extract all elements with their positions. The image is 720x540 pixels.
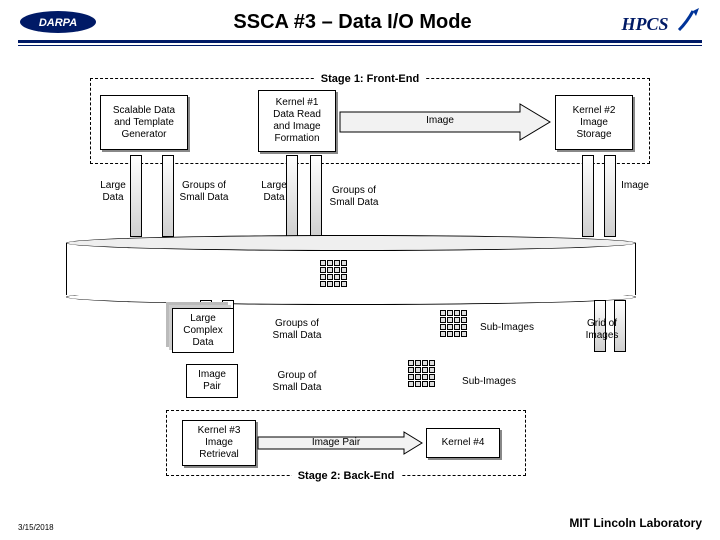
kernel2-box: Kernel #2 Image Storage (555, 95, 633, 150)
image-top-label: Image (617, 180, 653, 192)
page-title: SSCA #3 – Data I/O Mode (98, 11, 607, 34)
svg-text:HPCS: HPCS (620, 14, 668, 34)
sub-images-1-label: Sub-Images (478, 322, 536, 334)
footer-date: 3/15/2018 (18, 523, 54, 532)
down-arrow-4 (310, 155, 322, 237)
kernel4-box: Kernel #4 (426, 428, 500, 458)
large-data-1-label: Large Data (95, 180, 131, 203)
groups-small-2-label: Groups of Small Data (325, 185, 383, 208)
cube-bot (408, 360, 435, 387)
image-arrow-label: Image (415, 115, 465, 127)
svg-text:DARPA: DARPA (39, 17, 77, 29)
image-pair-arrow-label: Image Pair (306, 437, 366, 449)
sub-images-2-label: Sub-Images (460, 376, 518, 388)
grid-images-label: Grid of Images (580, 318, 624, 341)
stage2-label: Stage 2: Back-End (292, 470, 401, 482)
stage1-label: Stage 1: Front-End (315, 73, 425, 85)
kernel3-box: Kernel #3 Image Retrieval (182, 420, 256, 466)
large-complex-box: Large Complex Data (172, 308, 234, 353)
kernel1-box: Kernel #1 Data Read and Image Formation (258, 90, 336, 152)
cube-mid (440, 310, 467, 337)
cube-top (320, 260, 347, 287)
group-small-label: Group of Small Data (268, 370, 326, 393)
generator-box: Scalable Data and Template Generator (100, 95, 188, 150)
down-arrow-1 (130, 155, 142, 237)
down-arrow-5 (582, 155, 594, 237)
hpcs-logo: HPCS (607, 8, 702, 36)
down-arrow-2 (162, 155, 174, 237)
large-data-2-label: Large Data (256, 180, 292, 203)
footer-lab: MIT Lincoln Laboratory (569, 516, 702, 530)
divider-thin (18, 45, 702, 46)
divider (18, 40, 702, 43)
darpa-logo: DARPA (18, 8, 98, 36)
down-arrow-6 (604, 155, 616, 237)
groups-small-3-label: Groups of Small Data (268, 318, 326, 341)
data-store-cylinder (66, 235, 636, 305)
groups-small-1-label: Groups of Small Data (175, 180, 233, 203)
image-pair-box: Image Pair (186, 364, 238, 398)
header: DARPA SSCA #3 – Data I/O Mode HPCS (0, 0, 720, 40)
